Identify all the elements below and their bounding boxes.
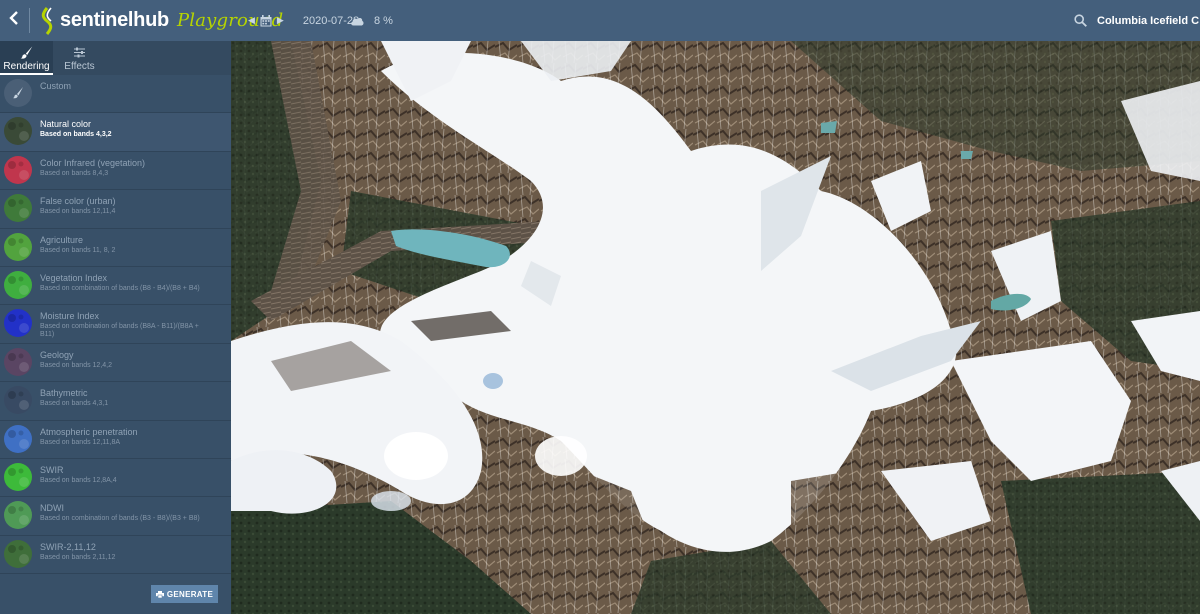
layer-item[interactable]: Atmospheric penetration Based on bands 12… bbox=[0, 421, 231, 459]
layer-thumbnail bbox=[4, 270, 32, 299]
layer-name: False color (urban) bbox=[40, 196, 116, 207]
layer-item[interactable]: Agriculture Based on bands 11, 8, 2 bbox=[0, 229, 231, 267]
logo-text: sentinelhub bbox=[60, 9, 169, 31]
layer-item[interactable]: Natural color Based on bands 4,3,2 bbox=[0, 113, 231, 152]
caret-right-icon[interactable]: ▶ bbox=[276, 15, 285, 26]
layer-thumbnail bbox=[4, 309, 32, 338]
printer-icon bbox=[155, 590, 164, 598]
cloud-coverage-value: 8 % bbox=[374, 14, 393, 27]
sidebar-tabs: Rendering Effects bbox=[0, 41, 231, 75]
chevron-left-icon bbox=[9, 11, 19, 30]
layer-item[interactable]: False color (urban) Based on bands 12,11,… bbox=[0, 190, 231, 229]
top-bar: sentinelhub Playground ◀ ▶ 2020-07-28 8 … bbox=[0, 0, 1200, 41]
layer-description: Based on bands 4,3,1 bbox=[40, 400, 109, 408]
back-button[interactable] bbox=[0, 0, 28, 41]
date-picker: ◀ ▶ 2020-07-28 bbox=[247, 0, 359, 41]
tab-rendering-label: Rendering bbox=[3, 61, 50, 72]
layer-item[interactable]: Color Infrared (vegetation) Based on band… bbox=[0, 152, 231, 191]
layer-thumbnail bbox=[4, 117, 32, 146]
generate-button[interactable]: GENERATE bbox=[151, 585, 218, 603]
layer-description: Based on bands 2,11,12 bbox=[40, 553, 116, 561]
layer-name: Custom bbox=[40, 81, 72, 91]
sliders-icon bbox=[73, 45, 86, 59]
layer-thumbnail bbox=[4, 539, 32, 568]
layer-name: Agriculture bbox=[40, 234, 84, 245]
layer-thumbnail bbox=[4, 155, 32, 184]
layer-name: Moisture Index bbox=[40, 311, 100, 322]
layer-description: Based on combination of bands (B8 - B4)/… bbox=[40, 284, 200, 292]
layer-description: Based on combination of bands (B8A - B11… bbox=[40, 323, 199, 339]
layer-description: Based on bands 4,3,2 bbox=[40, 131, 112, 139]
layer-thumbnail bbox=[4, 462, 32, 491]
divider bbox=[29, 8, 30, 33]
layer-item[interactable]: SWIR Based on bands 12,8A,4 bbox=[0, 459, 231, 498]
layer-thumbnail bbox=[4, 501, 32, 530]
satellite-image bbox=[231, 41, 1200, 614]
layer-list: Custom Natural color Based on bands 4,3,2 C… bbox=[0, 75, 231, 575]
layer-item[interactable]: Custom bbox=[0, 75, 231, 114]
layer-thumbnail bbox=[4, 194, 32, 223]
layer-name: SWIR-2,11,12 bbox=[40, 541, 96, 552]
calendar-icon[interactable] bbox=[260, 14, 272, 27]
layer-description: Based on bands 8,4,3 bbox=[40, 169, 109, 177]
layer-description: Based on bands 12,11,8A bbox=[40, 438, 121, 446]
custom-layer-thumbnail bbox=[4, 79, 32, 107]
sentinelhub-logo-icon bbox=[40, 6, 58, 35]
layer-name: Bathymetric bbox=[40, 388, 88, 399]
search-icon[interactable] bbox=[1074, 13, 1088, 28]
layer-description: Based on bands 11, 8, 2 bbox=[40, 246, 116, 254]
layer-name: Natural color bbox=[40, 119, 92, 130]
layer-thumbnail bbox=[4, 232, 32, 261]
layer-name: Geology bbox=[40, 349, 74, 360]
layer-item[interactable]: Moisture Index Based on combination of ba… bbox=[0, 305, 231, 344]
layer-name: SWIR bbox=[40, 464, 64, 475]
layer-thumbnail bbox=[4, 347, 32, 376]
sidebar: Rendering Effects Custom Natural color Bas… bbox=[0, 41, 231, 614]
layer-description: Based on bands 12,11,4 bbox=[40, 208, 116, 216]
tab-rendering[interactable]: Rendering bbox=[0, 41, 53, 75]
map-view[interactable] bbox=[231, 41, 1200, 614]
layer-item[interactable]: Geology Based on bands 12,4,2 bbox=[0, 344, 231, 383]
cloud-icon bbox=[350, 16, 364, 26]
layer-item[interactable]: Vegetation Index Based on combination of … bbox=[0, 267, 231, 306]
layer-item[interactable]: SWIR-2,11,12 Based on bands 2,11,12 bbox=[0, 536, 231, 575]
paintbrush-icon bbox=[13, 87, 23, 99]
layer-name: Atmospheric penetration bbox=[40, 426, 138, 437]
layer-item[interactable]: Bathymetric Based on bands 4,3,1 bbox=[0, 382, 231, 421]
layer-description: Based on combination of bands (B3 - B8)/… bbox=[40, 515, 200, 523]
search-bar bbox=[1074, 0, 1200, 41]
tab-effects-label: Effects bbox=[64, 61, 95, 72]
generate-button-label: GENERATE bbox=[166, 589, 214, 599]
layer-name: Vegetation Index bbox=[40, 272, 108, 283]
tab-effects[interactable]: Effects bbox=[53, 41, 106, 75]
layer-name: Color Infrared (vegetation) bbox=[40, 157, 146, 168]
layer-thumbnail bbox=[4, 424, 32, 453]
search-input[interactable] bbox=[1097, 10, 1200, 31]
layer-description: Based on bands 12,8A,4 bbox=[40, 476, 117, 484]
layer-description: Based on bands 12,4,2 bbox=[40, 361, 113, 369]
layer-name: NDWI bbox=[40, 503, 64, 514]
layer-thumbnail bbox=[4, 386, 32, 415]
layer-item[interactable]: NDWI Based on combination of bands (B3 - … bbox=[0, 497, 231, 536]
caret-left-icon[interactable]: ◀ bbox=[247, 15, 256, 26]
cloud-coverage[interactable]: 8 % bbox=[350, 0, 393, 41]
paintbrush-icon bbox=[20, 45, 33, 59]
